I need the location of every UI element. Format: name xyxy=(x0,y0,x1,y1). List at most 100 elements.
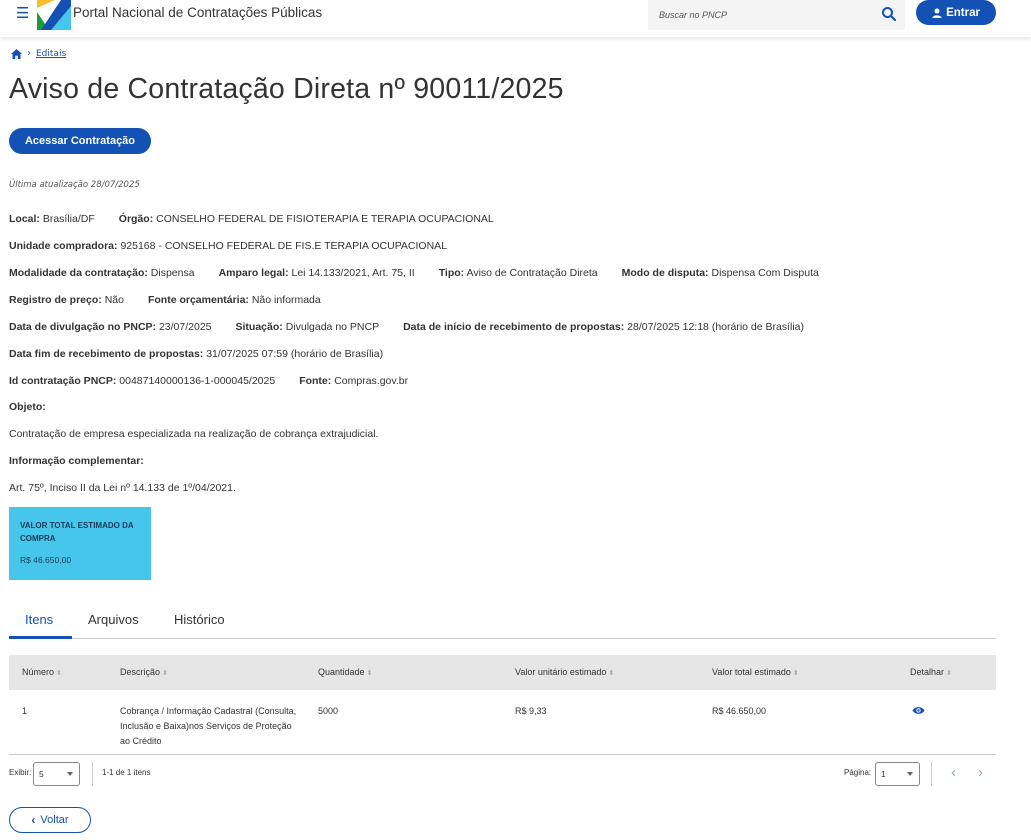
top-header: ☰ Portal Nacional de Contratações Públic… xyxy=(0,0,1031,37)
divider xyxy=(92,762,93,786)
col-quantidade-header[interactable]: Quantidade ⬍ xyxy=(318,667,372,677)
previous-page-icon[interactable]: ‹ xyxy=(951,764,956,781)
active-tab-indicator xyxy=(9,636,72,639)
tab-arquivos[interactable]: Arquivos xyxy=(88,612,139,627)
chevron-down-icon xyxy=(67,772,73,776)
next-page-icon[interactable]: › xyxy=(978,764,983,781)
situacao-value: Divulgada no PNCP xyxy=(285,321,380,333)
fonte-orcamentaria-value: Não informada xyxy=(251,294,321,306)
items-table: Número ⬍ Descrição ⬍ Quantidade ⬍ Valor uni… xyxy=(9,655,996,755)
breadcrumb-editais-link[interactable]: Editais xyxy=(36,49,66,59)
col-valor-unitario-label: Valor unitário estimado xyxy=(515,667,607,677)
portal-title[interactable]: Portal Nacional de Contratações Públicas xyxy=(73,5,322,20)
table-row: 1 Cobrança / Informação Cadastral (Consu… xyxy=(9,690,996,755)
objeto-label: Objeto: xyxy=(9,401,46,413)
modo-label: Modo de disputa: xyxy=(621,267,709,279)
orgao-value: CONSELHO FEDERAL DE FISIOTERAPIA E TERAP… xyxy=(156,213,494,225)
back-button-label: Voltar xyxy=(40,814,69,826)
fim-label: Data fim de recebimento de propostas: xyxy=(9,348,204,360)
info-row-registro: Registro de preço: Não Fonte orçamentária… xyxy=(9,294,345,306)
items-range: 1-1 de 1 itens xyxy=(102,768,151,777)
sort-icon: ⬍ xyxy=(366,670,373,677)
login-label: Entrar xyxy=(946,6,980,19)
unidade-label: Unidade compradora: xyxy=(9,240,118,252)
info-row-modalidade: Modalidade da contratação: Dispensa Ampar… xyxy=(9,267,843,279)
page-number-value: 1 xyxy=(881,769,886,779)
pncp-logo[interactable] xyxy=(37,0,71,30)
amparo-label: Amparo legal: xyxy=(218,267,289,279)
user-icon xyxy=(932,8,942,18)
tab-itens[interactable]: Itens xyxy=(25,612,53,627)
home-icon[interactable] xyxy=(11,48,22,59)
situacao-label: Situação: xyxy=(235,321,283,333)
modo-value: Dispensa Com Disputa xyxy=(711,267,819,279)
search-bar xyxy=(648,0,905,30)
col-detalhar-header[interactable]: Detalhar ⬍ xyxy=(910,667,952,677)
sort-icon: ⬍ xyxy=(56,670,62,677)
col-numero-label: Número xyxy=(22,667,55,677)
unidade-value: 925168 - CONSELHO FEDERAL DE FIS.E TERAP… xyxy=(120,240,448,252)
chevron-down-icon xyxy=(907,772,913,776)
sort-icon: ⬍ xyxy=(608,670,615,677)
modalidade-value: Dispensa xyxy=(150,267,195,279)
cell-numero: 1 xyxy=(22,706,28,716)
id-value: 00487140000136-1-000045/2025 xyxy=(119,375,276,387)
pagina-label: Página: xyxy=(844,768,872,777)
chevron-right-icon: › xyxy=(27,48,31,59)
page-size-value: 5 xyxy=(39,769,44,779)
fonte-orcamentaria-label: Fonte orçamentária: xyxy=(147,294,249,306)
info-row-unidade: Unidade compradora: 925168 - CONSELHO FE… xyxy=(9,240,447,252)
back-button[interactable]: ‹ Voltar xyxy=(9,807,91,833)
inicio-label: Data de início de recebimento de propost… xyxy=(403,321,625,333)
login-button[interactable]: Entrar xyxy=(916,0,996,25)
divulgacao-label: Data de divulgação no PNCP: xyxy=(9,321,157,333)
amparo-value: Lei 14.133/2021, Art. 75, II xyxy=(291,267,415,279)
info-row-datas: Data de divulgação no PNCP: 23/07/2025 Si… xyxy=(9,321,828,333)
eye-icon[interactable] xyxy=(912,706,925,715)
sort-icon: ⬍ xyxy=(946,670,952,677)
tab-bar: Itens Arquivos Histórico xyxy=(9,606,996,639)
info-row-local: Local: Brasília/DF Órgão: CONSELHO FEDERA… xyxy=(9,213,518,225)
col-detalhar-label: Detalhar xyxy=(910,667,945,677)
orgao-label: Órgão: xyxy=(118,213,154,225)
inicio-value: 28/07/2025 12:18 (horário de Brasília) xyxy=(627,321,805,333)
page-size-select[interactable]: 5 xyxy=(33,762,80,786)
search-icon[interactable] xyxy=(881,6,897,22)
col-valor-total-label: Valor total estimado xyxy=(712,667,791,677)
page-number-select[interactable]: 1 xyxy=(875,762,920,786)
last-update: Última atualização 28/07/2025 xyxy=(9,180,140,190)
access-contract-button[interactable]: Acessar Contratação xyxy=(9,128,151,154)
registro-label: Registro de preço: xyxy=(9,294,102,306)
cell-descricao: Cobrança / Informação Cadastral (Consult… xyxy=(120,706,297,746)
menu-icon[interactable]: ☰ xyxy=(16,4,29,22)
tab-historico[interactable]: Histórico xyxy=(174,612,225,627)
col-valor-unitario-header[interactable]: Valor unitário estimado ⬍ xyxy=(515,667,614,677)
chevron-left-icon: ‹ xyxy=(31,813,36,827)
cell-quantidade: 5000 xyxy=(318,706,339,716)
cell-valor-total: R$ 46.650,00 xyxy=(712,706,767,716)
table-header: Número ⬍ Descrição ⬍ Quantidade ⬍ Valor uni… xyxy=(9,655,996,690)
id-label: Id contratação PNCP: xyxy=(9,375,117,387)
col-descricao-header[interactable]: Descrição ⬍ xyxy=(120,667,168,677)
total-value-amount: R$ 46.650,00 xyxy=(20,555,72,565)
divider xyxy=(931,762,932,786)
info-comp-value: Art. 75º, Inciso II da Lei nº 14.133 de … xyxy=(9,482,236,494)
total-value-label: VALOR TOTAL ESTIMADO DA COMPRA xyxy=(20,521,134,543)
registro-value: Não xyxy=(104,294,124,306)
info-row-fim: Data fim de recebimento de propostas: 31… xyxy=(9,348,383,360)
info-comp-label: Informação complementar: xyxy=(9,455,144,467)
info-row-id: Id contratação PNCP: 00487140000136-1-00… xyxy=(9,375,432,387)
tipo-label: Tipo: xyxy=(438,267,465,279)
col-descricao-label: Descrição xyxy=(120,667,161,677)
col-numero-header[interactable]: Número ⬍ xyxy=(22,667,62,677)
pagination-bar: Exibir: 5 1-1 de 1 itens Página: 1 ‹ › xyxy=(9,762,996,788)
objeto-value: Contratação de empresa especializada na … xyxy=(9,428,379,440)
search-input[interactable] xyxy=(654,0,874,30)
col-valor-total-header[interactable]: Valor total estimado ⬍ xyxy=(712,667,799,677)
fonte-label: Fonte: xyxy=(299,375,332,387)
sort-icon: ⬍ xyxy=(162,670,168,677)
divulgacao-value: 23/07/2025 xyxy=(158,321,212,333)
fim-value: 31/07/2025 07:59 (horário de Brasília) xyxy=(206,348,384,360)
tipo-value: Aviso de Contratação Direta xyxy=(466,267,598,279)
fonte-value: Compras.gov.br xyxy=(334,375,409,387)
